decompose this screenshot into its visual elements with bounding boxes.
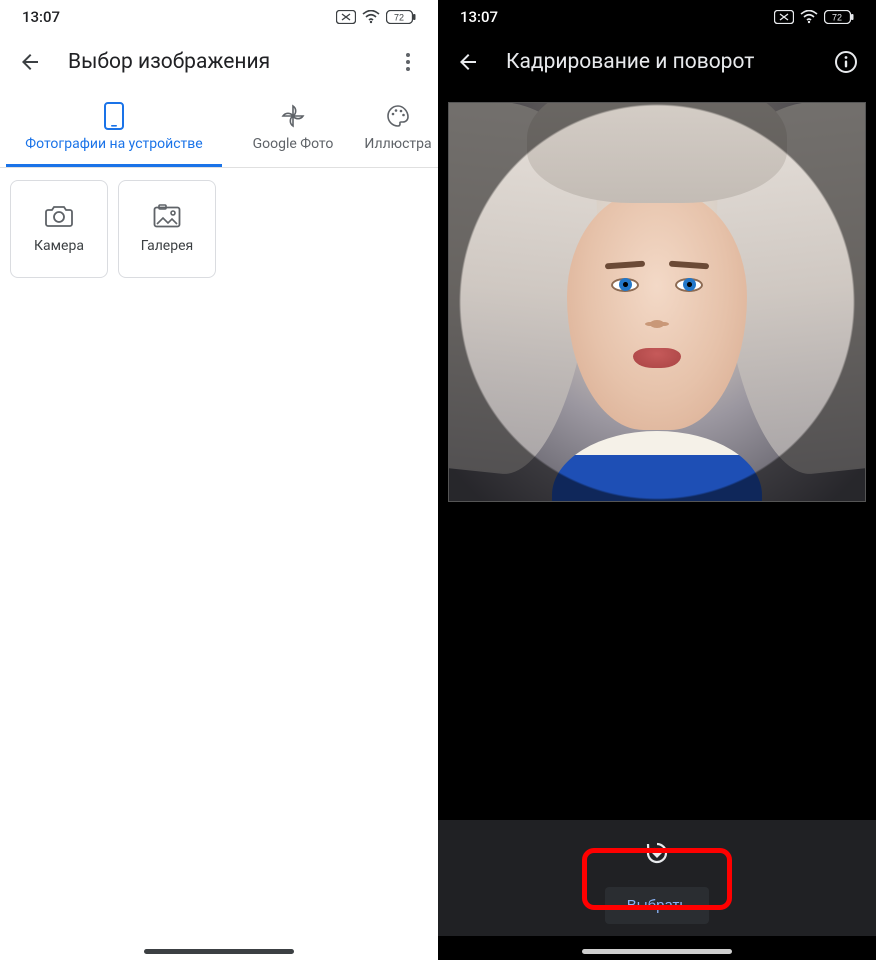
info-icon [834,50,858,74]
camera-icon [45,204,73,228]
palette-icon [386,104,410,128]
battery-icon: 72 [386,10,416,24]
mute-icon [774,10,794,24]
tab-device-photos[interactable]: Фотографии на устройстве [0,90,228,167]
bottom-toolbar: Выбрать [438,820,876,936]
svg-text:72: 72 [832,13,842,23]
arrow-left-icon [456,50,480,74]
overflow-menu-button[interactable] [388,42,428,82]
status-bar: 13:07 72 [438,0,876,34]
tab-label: Иллюстра [364,136,431,152]
nav-handle[interactable] [144,949,294,954]
select-button[interactable]: Выбрать [605,887,709,924]
back-button[interactable] [448,42,488,82]
rotate-button[interactable] [637,833,677,873]
mute-icon [336,10,356,24]
tab-label: Google Фото [253,136,334,152]
page-title: Выбор изображения [68,50,370,74]
svg-text:72: 72 [394,13,404,23]
nav-handle[interactable] [582,949,732,954]
phone-icon [104,104,124,128]
crop-frame[interactable] [448,102,866,502]
more-vert-icon [396,50,420,74]
app-bar: Кадрирование и поворот [438,34,876,90]
page-title: Кадрирование и поворот [506,50,808,74]
rotate-icon [644,840,670,866]
status-icons: 72 [336,10,416,24]
gallery-tile[interactable]: Галерея [118,180,216,278]
tile-label: Галерея [141,238,193,254]
wifi-icon [800,10,818,24]
battery-icon: 72 [824,10,854,24]
wifi-icon [362,10,380,24]
crop-mask [449,103,865,501]
tabs: Фотографии на устройстве Google Фото Илл… [0,90,438,168]
tab-google-photos[interactable]: Google Фото [228,90,358,167]
tab-illustrations[interactable]: Иллюстра [358,90,438,167]
source-tiles: Камера Галерея [0,168,438,290]
gallery-icon [153,204,181,228]
back-button[interactable] [10,42,50,82]
tab-label: Фотографии на устройстве [25,136,202,152]
crop-area[interactable] [438,90,876,514]
status-time: 13:07 [460,8,498,26]
arrow-left-icon [18,50,42,74]
status-bar: 13:07 72 [0,0,438,34]
status-time: 13:07 [22,8,60,26]
camera-tile[interactable]: Камера [10,180,108,278]
app-bar: Выбор изображения [0,34,438,90]
status-icons: 72 [774,10,854,24]
pinwheel-icon [281,104,305,128]
info-button[interactable] [826,42,866,82]
tile-label: Камера [34,238,84,254]
